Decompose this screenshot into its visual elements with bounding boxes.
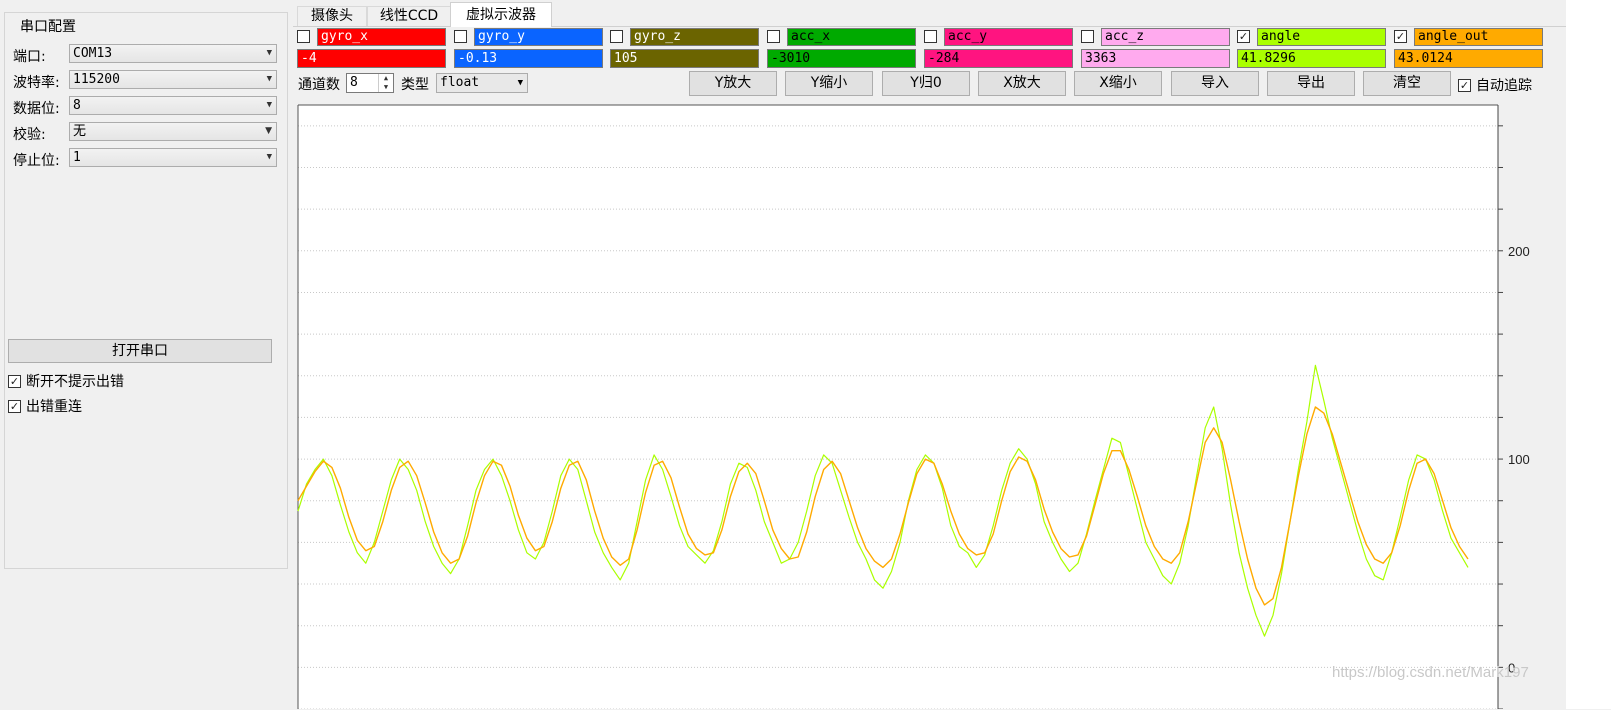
channel-acc_x-value: -3010 [767, 49, 916, 68]
type-label: 类型 [401, 77, 429, 93]
chevron-down-icon: ▼ [266, 152, 272, 162]
chevron-down-icon: ▼ [266, 74, 272, 84]
channel-angle-name[interactable]: angle [1257, 28, 1386, 46]
plot-background [298, 105, 1498, 709]
spinner-arrows-icon[interactable]: ▲ ▼ [378, 74, 393, 92]
y-zoom-out-button[interactable]: Y缩小 [785, 71, 873, 96]
channel-angle_out-name[interactable]: angle_out [1414, 28, 1543, 46]
y-tick-label: 100 [1508, 452, 1530, 467]
no-error-prompt-label: 断开不提示出错 [26, 374, 124, 390]
port-select[interactable]: COM13 ▼ [69, 44, 277, 63]
channel-gyro_x-name[interactable]: gyro_x [317, 28, 446, 46]
x-zoom-out-button[interactable]: X缩小 [1074, 71, 1162, 96]
baud-select[interactable]: 115200 ▼ [69, 70, 277, 89]
window-edge [1566, 0, 1611, 709]
auto-track-option[interactable]: ✓ 自动追踪 [1458, 75, 1532, 95]
y-tick-label: 200 [1508, 244, 1530, 259]
channel-gyro_x-value: -4 [297, 49, 446, 68]
checkbox-checked-icon[interactable]: ✓ [8, 374, 21, 388]
channel-gyro_z-name[interactable]: gyro_z [630, 28, 759, 46]
tab-linear-ccd[interactable]: 线性CCD [367, 6, 451, 26]
channel-gyro_x-checkbox[interactable] [297, 30, 310, 43]
chevron-down-icon: ▼ [266, 48, 272, 58]
no-error-prompt-option[interactable]: ✓ 断开不提示出错 [8, 371, 124, 391]
channel-gyro_y-checkbox[interactable] [454, 30, 467, 43]
oscilloscope-plot[interactable]: 0100200 [296, 101, 1566, 709]
channel-acc_z-name[interactable]: acc_z [1101, 28, 1230, 46]
baud-label: 波特率: [13, 75, 60, 91]
channel-acc_x-checkbox[interactable] [767, 30, 780, 43]
chevron-down-icon: ▼ [517, 78, 523, 88]
serial-config-title: 串口配置 [17, 16, 79, 36]
x-zoom-in-button[interactable]: X放大 [978, 71, 1066, 96]
channel-acc_y-name[interactable]: acc_y [944, 28, 1073, 46]
channel-count-label: 通道数 [298, 77, 340, 93]
channel-angle-value: 41.8296 [1237, 49, 1386, 68]
checkbox-checked-icon[interactable]: ✓ [8, 399, 21, 413]
parity-select[interactable]: 无 ▼ [69, 122, 277, 141]
y-zoom-in-button[interactable]: Y放大 [689, 71, 777, 96]
channel-angle_out-value: 43.0124 [1394, 49, 1543, 68]
channel-acc_y-checkbox[interactable] [924, 30, 937, 43]
watermark-text: https://blog.csdn.net/Mark197 [1332, 664, 1529, 681]
channel-angle-checkbox[interactable]: ✓ [1237, 30, 1250, 43]
channel-acc_z-value: 3363 [1081, 49, 1230, 68]
tab-camera[interactable]: 摄像头 [297, 6, 367, 26]
import-button[interactable]: 导入 [1171, 71, 1259, 96]
reconnect-label: 出错重连 [26, 399, 82, 415]
reconnect-option[interactable]: ✓ 出错重连 [8, 396, 82, 416]
channel-acc_x-name[interactable]: acc_x [787, 28, 916, 46]
channel-count-spinner[interactable]: 8 ▲ ▼ [346, 73, 394, 93]
checkbox-checked-icon[interactable]: ✓ [1458, 78, 1471, 92]
databits-label: 数据位: [13, 101, 60, 117]
channel-gyro_y-value: -0.13 [454, 49, 603, 68]
databits-select[interactable]: 8 ▼ [69, 96, 277, 115]
stopbits-select[interactable]: 1 ▼ [69, 148, 277, 167]
stopbits-label: 停止位: [13, 153, 60, 169]
chevron-down-icon: ▼ [266, 100, 272, 110]
chevron-down-icon: ▼ [265, 126, 272, 136]
parity-label: 校验: [13, 127, 46, 143]
channel-gyro_y-name[interactable]: gyro_y [474, 28, 603, 46]
channel-gyro_z-checkbox[interactable] [610, 30, 623, 43]
serial-config-group: 串口配置 端口: COM13 ▼ 波特率: 115200 ▼ 数据位: 8 ▼ 校验:… [4, 12, 288, 569]
tab-virtual-oscilloscope[interactable]: 虚拟示波器 [450, 2, 552, 27]
y-reset-button[interactable]: Y归0 [882, 71, 970, 96]
channel-angle_out-checkbox[interactable]: ✓ [1394, 30, 1407, 43]
port-label: 端口: [13, 49, 46, 65]
clear-button[interactable]: 清空 [1363, 71, 1451, 96]
channel-gyro_z-value: 105 [610, 49, 759, 68]
export-button[interactable]: 导出 [1267, 71, 1355, 96]
channel-acc_z-checkbox[interactable] [1081, 30, 1094, 43]
channel-acc_y-value: -284 [924, 49, 1073, 68]
auto-track-label: 自动追踪 [1476, 78, 1532, 94]
type-select[interactable]: float ▼ [436, 73, 528, 93]
open-port-button[interactable]: 打开串口 [8, 339, 272, 363]
